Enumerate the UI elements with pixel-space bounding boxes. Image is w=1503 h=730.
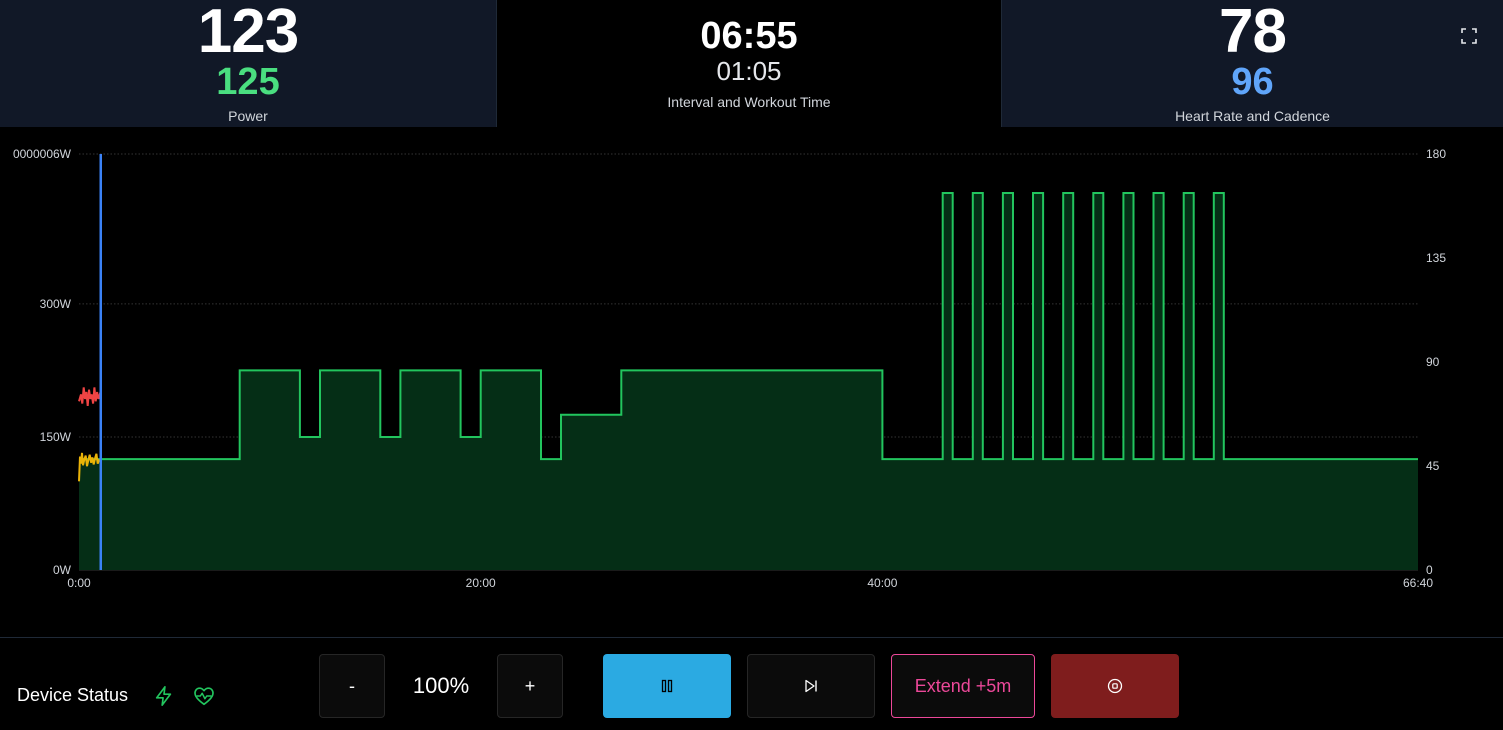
cadence-value: 96: [1231, 61, 1274, 103]
time-panel: 06:55 01:05 Interval and Workout Time: [497, 0, 1002, 127]
y-tick-label: 0W: [53, 563, 72, 577]
y-tick-label: 0000006W: [13, 147, 72, 161]
pause-icon: [661, 679, 673, 693]
workout-screen: 123 125 Power 06:55 01:05 Interval and W…: [0, 0, 1503, 730]
skip-next-icon: [805, 679, 817, 693]
skip-interval-button[interactable]: [747, 654, 875, 718]
power-panel: 123 125 Power: [0, 0, 497, 127]
extend-button[interactable]: Extend +5m: [891, 654, 1035, 718]
x-tick-label: 0:00: [67, 576, 91, 590]
lightning-icon[interactable]: [153, 685, 175, 707]
stop-circle-icon: [1107, 678, 1123, 694]
power-label: Power: [228, 108, 268, 124]
y2-tick-label: 180: [1426, 147, 1446, 161]
fullscreen-icon[interactable]: [1461, 28, 1477, 44]
time-label: Interval and Workout Time: [667, 94, 831, 110]
target-power-value: 125: [216, 61, 280, 103]
heart-rate-line: [78, 387, 102, 406]
x-tick-label: 66:40: [1403, 576, 1433, 590]
x-tick-label: 40:00: [867, 576, 897, 590]
y2-tick-label: 45: [1426, 459, 1440, 473]
y2-tick-label: 90: [1426, 355, 1440, 369]
chart-area: [79, 192, 1418, 570]
stop-button[interactable]: [1051, 654, 1179, 718]
workout-chart: 0W 150W 300W 0000006W 0 45 90 135 180 0:00 20:00 40…: [0, 128, 1503, 637]
x-tick-label: 20:00: [466, 576, 496, 590]
intensity-value: 100%: [412, 673, 470, 698]
controls-bar: Device Status - 100% + Extend +5m: [0, 637, 1503, 730]
decrease-intensity-button[interactable]: -: [319, 654, 385, 718]
device-status-label: Device Status: [17, 685, 129, 705]
workout-chart-svg: 0W 150W 300W 0000006W 0 45 90 135 180 0:00 20:00 40…: [13, 147, 1446, 590]
heart-rate-panel: 78 96 Heart Rate and Cadence: [1002, 0, 1503, 127]
workout-time-value: 01:05: [716, 56, 782, 86]
y-tick-label: 150W: [40, 430, 72, 444]
interval-time-value: 06:55: [700, 15, 798, 57]
y2-tick-label: 0: [1426, 563, 1433, 577]
target-power-area: [79, 193, 1418, 570]
current-power-value: 123: [197, 0, 299, 66]
pause-button[interactable]: [603, 654, 731, 718]
heart-rate-label: Heart Rate and Cadence: [1175, 108, 1330, 124]
y-tick-label: 300W: [40, 297, 72, 311]
metrics-header: 123 125 Power 06:55 01:05 Interval and W…: [0, 0, 1503, 127]
heart-rate-value: 78: [1219, 0, 1287, 66]
heart-pulse-icon[interactable]: [193, 685, 215, 707]
increase-intensity-button[interactable]: +: [497, 654, 563, 718]
y2-tick-label: 135: [1426, 251, 1446, 265]
